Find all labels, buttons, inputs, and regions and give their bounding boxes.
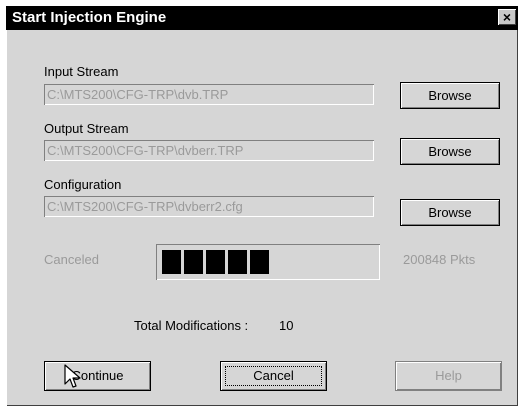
close-icon[interactable]: × [498,9,516,25]
output-stream-browse-button[interactable]: Browse [400,138,500,165]
cancel-button[interactable]: Cancel [220,361,327,391]
start-injection-engine-dialog: Start Injection Engine × Input Stream Br… [6,6,518,406]
progress-block [250,250,269,274]
configuration-field[interactable] [44,196,374,217]
input-stream-field[interactable] [44,84,374,105]
status-text: Canceled [44,252,99,267]
total-modifications-value: 10 [279,318,294,333]
output-stream-label: Output Stream [44,121,129,136]
configuration-label: Configuration [44,177,122,192]
mouse-pointer-icon [64,364,81,388]
total-modifications-label: Total Modifications : [134,318,249,333]
title-bar[interactable]: Start Injection Engine × [6,6,518,30]
continue-button[interactable]: Continue [44,361,151,391]
help-button[interactable]: Help [395,361,502,391]
progress-block [184,250,203,274]
input-stream-browse-button[interactable]: Browse [400,82,500,109]
progress-block [162,250,181,274]
input-stream-label: Input Stream [44,64,119,79]
progress-block [206,250,225,274]
configuration-browse-button[interactable]: Browse [400,199,500,226]
progress-block [228,250,247,274]
output-stream-field[interactable] [44,140,374,161]
progress-bar [156,244,380,280]
cancel-label: Cancel [253,368,294,383]
packet-count: 200848 Pkts [403,252,476,267]
window-title: Start Injection Engine [12,9,167,26]
